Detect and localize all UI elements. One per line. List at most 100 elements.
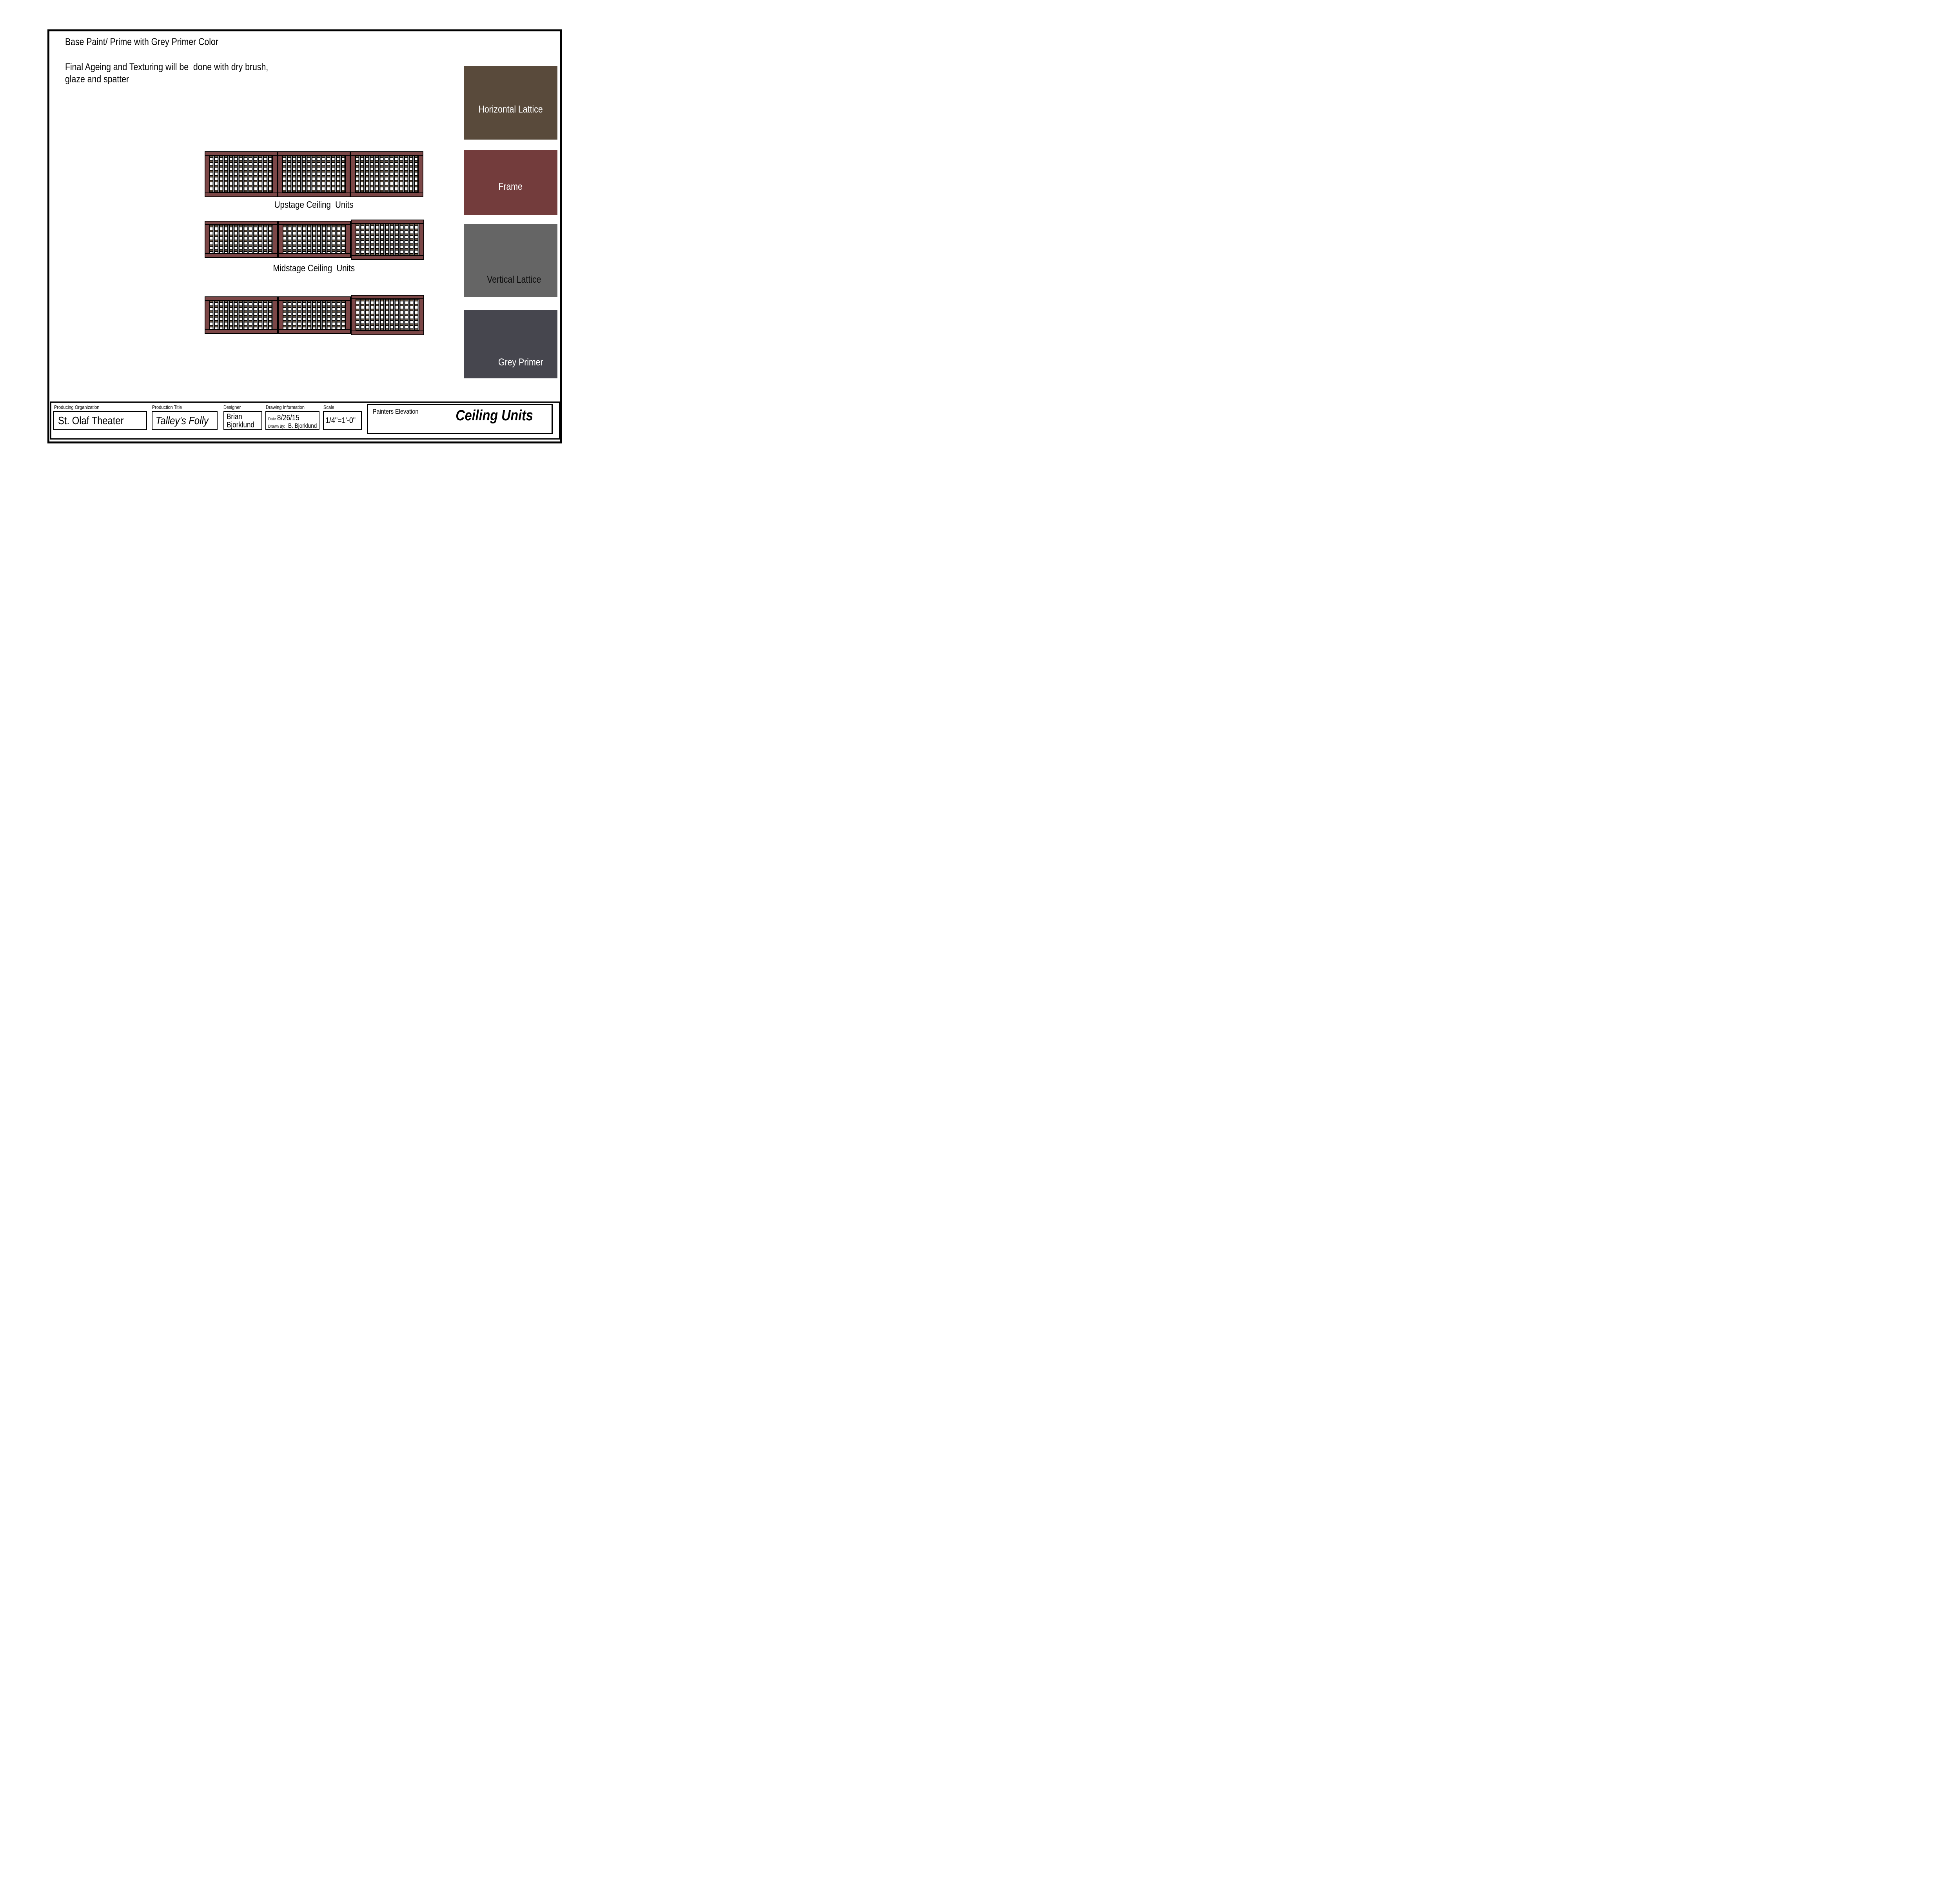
label-upstage-ceiling-units: Upstage Ceiling Units — [205, 200, 423, 211]
producing-organization-label-text: Producing Organization — [54, 404, 99, 410]
frame-stile-right — [418, 156, 423, 193]
swatch-grey-primer: Grey Primer — [464, 310, 557, 378]
frame-rail-top — [205, 152, 277, 156]
drawn-by-value: B. Bjorklund — [288, 423, 317, 430]
frame-rail-bottom — [205, 253, 277, 257]
frame-stile-left — [351, 156, 356, 193]
lattice-field — [283, 156, 345, 193]
frame-stile-left — [352, 224, 356, 255]
producing-organization-value: St. Olaf Theater — [58, 414, 124, 427]
lattice-field — [210, 301, 273, 329]
designer-label: Designer — [223, 404, 244, 410]
frame-rail-top — [205, 297, 277, 301]
lattice-field — [210, 225, 273, 253]
producing-organization-label: Producing Organization — [54, 404, 107, 410]
frame-stile-right — [346, 225, 350, 253]
producing-organization-field: St. Olaf Theater — [53, 411, 147, 430]
drawing-information-label: Drawing Information — [266, 404, 311, 410]
drawing-information-field: Date 8/26/15 Drawn By: B. Bjorklund — [265, 411, 319, 430]
frame-rail-top — [351, 152, 423, 156]
swatch-frame-text: Frame — [499, 181, 523, 193]
note-final-ageing-line2: glaze and spatter — [65, 73, 129, 85]
swatch-vertical-lattice-text: Vertical Lattice — [487, 274, 541, 285]
ceiling-unit-row-bottom — [205, 296, 423, 334]
sheet-type: Painters Elevation — [373, 408, 426, 416]
frame-stile-right — [419, 224, 423, 255]
panel-middle — [278, 156, 350, 193]
frame-stile-right — [272, 156, 277, 193]
frame-rail-bottom — [352, 255, 423, 259]
date-value: 8/26/15 — [277, 414, 299, 423]
panel-middle — [352, 299, 423, 331]
frame-stile-left — [279, 225, 283, 253]
ceiling-unit-panel — [278, 221, 351, 258]
frame-rail-top — [279, 297, 350, 301]
panel-middle — [205, 225, 277, 253]
swatch-grey-primer-label: Grey Primer — [464, 357, 557, 368]
lattice-field — [356, 156, 418, 193]
production-title-label: Production Title — [152, 404, 187, 410]
swatch-grey-primer-text: Grey Primer — [498, 357, 543, 368]
swatch-vertical-lattice: Vertical Lattice — [464, 224, 557, 297]
lattice-field — [283, 225, 346, 253]
swatch-horizontal-lattice: Horizontal Lattice — [464, 66, 557, 140]
production-title-label-text: Production Title — [152, 404, 182, 410]
panel-middle — [352, 224, 423, 255]
frame-stile-right — [346, 301, 350, 329]
lattice-field — [356, 299, 419, 331]
sheet-title-box: Painters Elevation Ceiling Units — [367, 404, 553, 434]
ceiling-unit-panel — [351, 295, 424, 335]
designer-label-text: Designer — [223, 404, 241, 410]
ceiling-unit-panel — [278, 296, 351, 334]
frame-stile-left — [205, 156, 210, 193]
frame-rail-bottom — [279, 253, 350, 257]
frame-rail-top — [205, 222, 277, 225]
frame-stile-right — [419, 299, 423, 331]
panel-middle — [279, 225, 350, 253]
frame-stile-right — [273, 225, 277, 253]
frame-rail-bottom — [352, 331, 423, 334]
label-midstage-text: Midstage Ceiling Units — [273, 263, 355, 274]
ceiling-unit-row-upstage — [205, 151, 423, 197]
sheet-type-text: Painters Elevation — [373, 408, 418, 416]
date-row: Date 8/26/15 — [268, 414, 318, 423]
lattice-field — [356, 224, 419, 255]
frame-stile-left — [279, 301, 283, 329]
swatch-horizontal-lattice-text: Horizontal Lattice — [478, 104, 543, 115]
date-label: Date — [268, 417, 276, 421]
note-final-ageing-line1: Final Ageing and Texturing will be done … — [65, 61, 268, 73]
ceiling-unit-panel — [205, 221, 278, 258]
production-title-value: Talley's Folly — [156, 414, 209, 427]
ceiling-unit-row-midstage — [205, 221, 423, 258]
lattice-field — [283, 301, 346, 329]
ceiling-unit-panel — [205, 151, 278, 197]
frame-rail-bottom — [205, 329, 277, 333]
panel-middle — [205, 156, 277, 193]
lattice-field — [210, 156, 272, 193]
drawn-by-row: Drawn By: B. Bjorklund — [268, 423, 318, 430]
panel-middle — [351, 156, 423, 193]
panel-middle — [205, 301, 277, 329]
ceiling-unit-panel — [350, 151, 423, 197]
designer-value-line1: Brian — [227, 413, 242, 421]
scale-value: 1/4"=1'-0" — [325, 416, 356, 425]
swatch-frame: Frame — [464, 150, 557, 215]
frame-rail-top — [278, 152, 350, 156]
swatch-vertical-lattice-label: Vertical Lattice — [464, 274, 557, 285]
frame-stile-left — [278, 156, 283, 193]
frame-rail-bottom — [351, 193, 423, 196]
frame-rail-top — [352, 220, 423, 224]
page-border: Base Paint/ Prime with Grey Primer Color… — [47, 29, 562, 443]
note-base-paint-text: Base Paint/ Prime with Grey Primer Color — [65, 36, 218, 48]
frame-rail-top — [352, 296, 423, 299]
ceiling-unit-panel — [205, 296, 278, 334]
scale-field: 1/4"=1'-0" — [323, 411, 362, 430]
panel-middle — [279, 301, 350, 329]
label-midstage-ceiling-units: Midstage Ceiling Units — [205, 263, 423, 274]
frame-rail-top — [279, 222, 350, 225]
page-content: Base Paint/ Prime with Grey Primer Color… — [49, 31, 560, 442]
swatch-horizontal-lattice-label: Horizontal Lattice — [464, 104, 557, 115]
drawing-information-label-text: Drawing Information — [266, 404, 305, 410]
swatch-frame-label: Frame — [464, 181, 557, 193]
drafting-sheet: Base Paint/ Prime with Grey Primer Color… — [0, 0, 603, 470]
